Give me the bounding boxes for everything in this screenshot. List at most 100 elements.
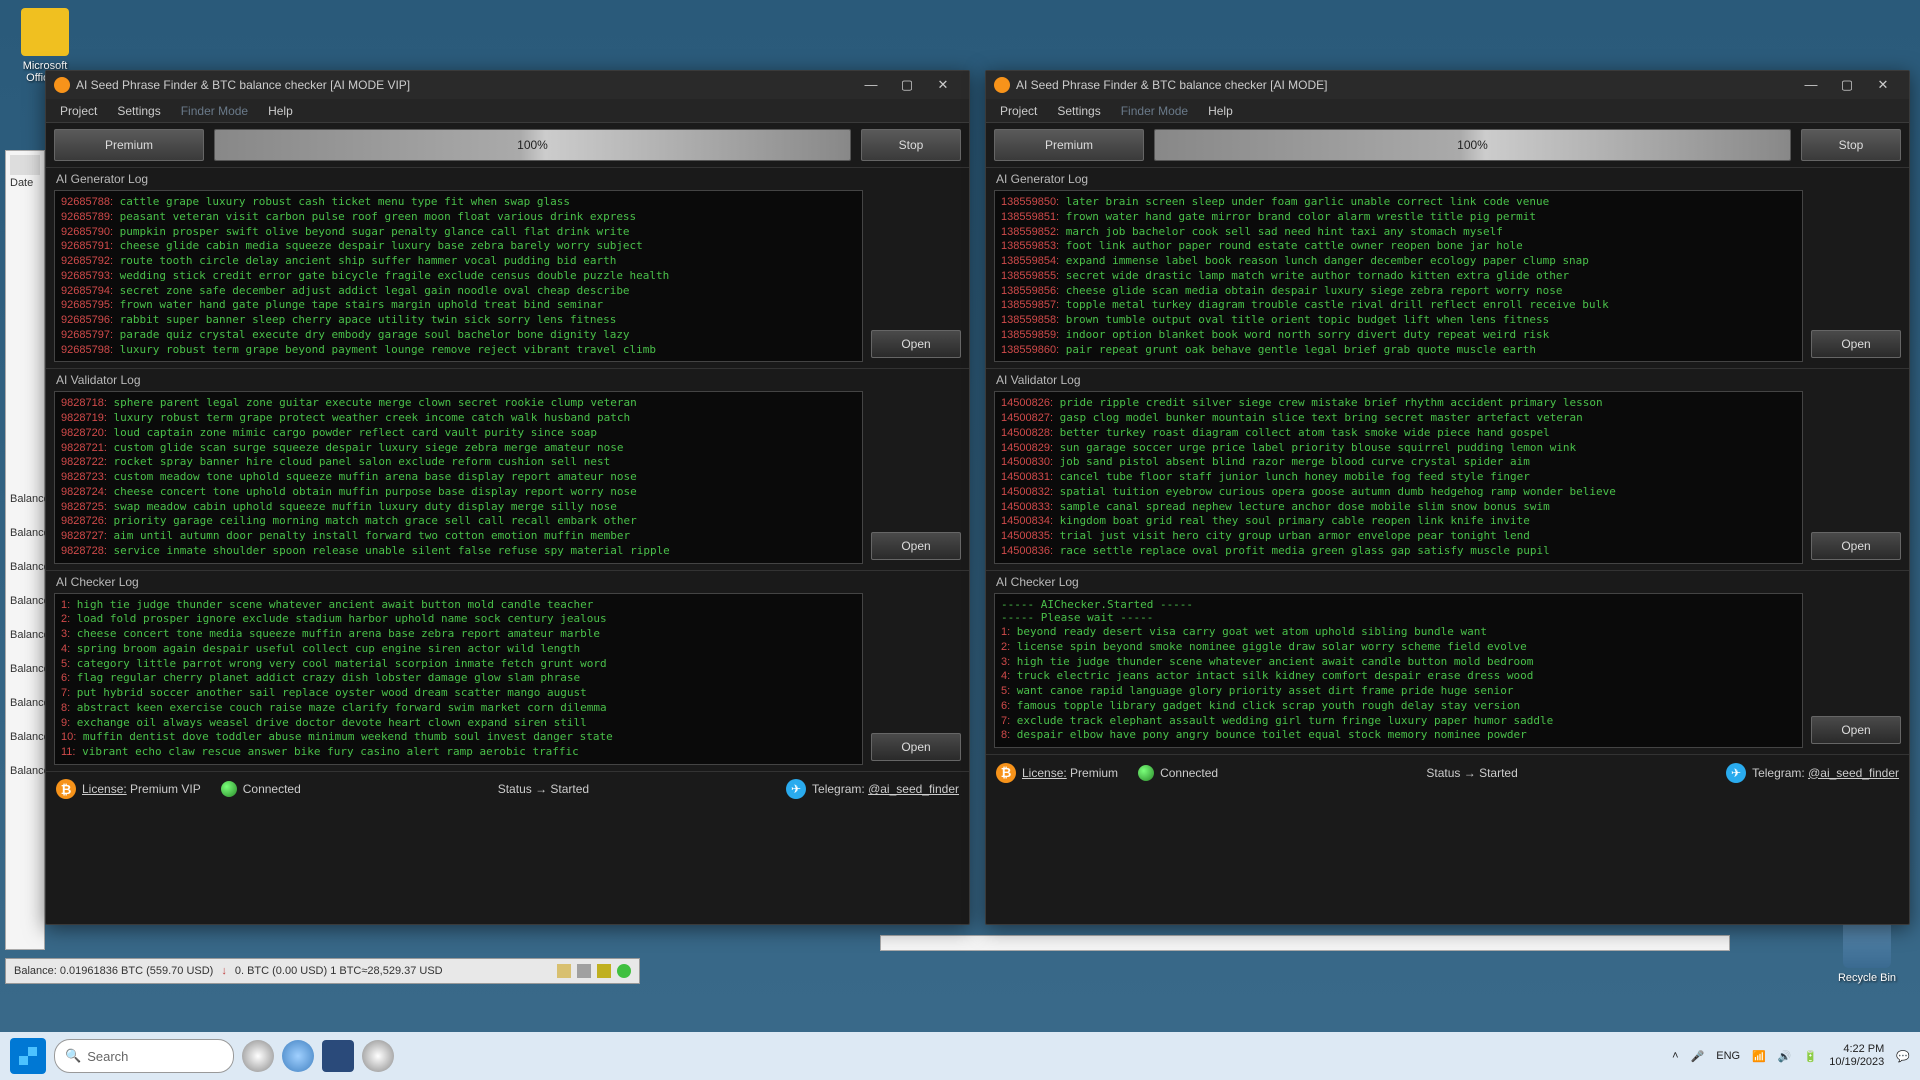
license-label: License: bbox=[1022, 766, 1067, 780]
generator-log-section: AI Generator Log 138559850: later brain … bbox=[986, 167, 1909, 368]
taskbar-app-icon[interactable] bbox=[362, 1040, 394, 1072]
battery-icon[interactable]: 🔋 bbox=[1804, 1050, 1818, 1063]
icon-label: Recycle Bin bbox=[1832, 972, 1902, 984]
bg-balance-row: Balance: bbox=[10, 493, 40, 505]
title-bar[interactable]: AI Seed Phrase Finder & BTC balance chec… bbox=[46, 71, 969, 99]
connected-label: Connected bbox=[1160, 766, 1218, 780]
taskbar-app-icon[interactable] bbox=[242, 1040, 274, 1072]
start-button[interactable] bbox=[10, 1038, 46, 1074]
wifi-icon[interactable]: 📶 bbox=[1752, 1050, 1766, 1063]
bitcoin-icon bbox=[994, 77, 1010, 93]
open-validator-button[interactable]: Open bbox=[871, 532, 961, 560]
status-text: Status → Started bbox=[1426, 766, 1517, 780]
taskbar-app-icon[interactable] bbox=[322, 1040, 354, 1072]
license-value: Premium bbox=[1070, 766, 1118, 780]
chevron-up-icon[interactable]: ˄ bbox=[1672, 1050, 1678, 1062]
balance-text-1: Balance: 0.01961836 BTC (559.70 USD) bbox=[14, 965, 213, 977]
generator-log-body[interactable]: 92685788: cattle grape luxury robust cas… bbox=[54, 190, 863, 362]
bitcoin-icon: ₿ bbox=[996, 763, 1016, 783]
menu-help[interactable]: Help bbox=[1198, 102, 1243, 120]
open-validator-button[interactable]: Open bbox=[1811, 532, 1901, 560]
lock-icon[interactable] bbox=[557, 964, 571, 978]
license-label: License: bbox=[82, 782, 127, 796]
time-label: 4:22 PM bbox=[1829, 1043, 1884, 1056]
minimize-button[interactable]: — bbox=[1793, 73, 1829, 97]
progress-bar: 100% bbox=[1154, 129, 1791, 161]
license-group[interactable]: ₿ License: Premium VIP bbox=[56, 779, 201, 799]
checker-log-body[interactable]: 1: high tie judge thunder scene whatever… bbox=[54, 593, 863, 765]
app-window-left: AI Seed Phrase Finder & BTC balance chec… bbox=[45, 70, 970, 925]
stop-button[interactable]: Stop bbox=[1801, 129, 1901, 161]
license-group[interactable]: ₿ License: Premium bbox=[996, 763, 1118, 783]
telegram-group[interactable]: ✈ Telegram: @ai_seed_finder bbox=[786, 779, 959, 799]
volume-icon[interactable]: 🔊 bbox=[1778, 1050, 1792, 1063]
premium-button[interactable]: Premium bbox=[54, 129, 204, 161]
status-dot-icon bbox=[221, 781, 237, 797]
bitcoin-icon: ₿ bbox=[56, 779, 76, 799]
connection-group: Connected bbox=[1138, 765, 1218, 781]
menu-project[interactable]: Project bbox=[990, 102, 1047, 120]
menu-help[interactable]: Help bbox=[258, 102, 303, 120]
maximize-button[interactable]: ▢ bbox=[1829, 73, 1865, 97]
validator-log-header: AI Validator Log bbox=[986, 369, 1909, 391]
close-button[interactable]: ✕ bbox=[1865, 73, 1901, 97]
system-tray: ˄ 🎤 ENG 📶 🔊 🔋 4:22 PM 10/19/2023 💬 bbox=[1672, 1043, 1910, 1069]
open-checker-button[interactable]: Open bbox=[871, 733, 961, 761]
open-generator-button[interactable]: Open bbox=[1811, 330, 1901, 358]
menu-finder-mode[interactable]: Finder Mode bbox=[1111, 102, 1198, 120]
validator-log-body[interactable]: 9828718: sphere parent legal zone guitar… bbox=[54, 391, 863, 563]
close-button[interactable]: ✕ bbox=[925, 73, 961, 97]
maximize-button[interactable]: ▢ bbox=[889, 73, 925, 97]
menu-project[interactable]: Project bbox=[50, 102, 107, 120]
validator-log-body[interactable]: 14500826: pride ripple credit silver sie… bbox=[994, 391, 1803, 563]
toolbar: Premium 100% Stop bbox=[986, 123, 1909, 167]
open-checker-button[interactable]: Open bbox=[1811, 716, 1901, 744]
bitcoin-icon bbox=[54, 77, 70, 93]
progress-label: 100% bbox=[215, 130, 850, 160]
minimize-button[interactable]: — bbox=[853, 73, 889, 97]
checker-log-body[interactable]: ----- AIChecker.Started ----- ----- Plea… bbox=[994, 593, 1803, 749]
office-icon bbox=[21, 8, 69, 56]
telegram-group[interactable]: ✈ Telegram: @ai_seed_finder bbox=[1726, 763, 1899, 783]
menu-bar: Project Settings Finder Mode Help bbox=[46, 99, 969, 123]
key-icon[interactable] bbox=[597, 964, 611, 978]
tools-icon[interactable] bbox=[577, 964, 591, 978]
status-bar: ₿ License: Premium VIP Connected Status … bbox=[46, 771, 969, 807]
taskbar-app-icon[interactable] bbox=[282, 1040, 314, 1072]
sync-dot-icon[interactable] bbox=[617, 964, 631, 978]
notifications-icon[interactable]: 💬 bbox=[1896, 1050, 1910, 1063]
app-window-right: AI Seed Phrase Finder & BTC balance chec… bbox=[985, 70, 1910, 925]
checker-log-header: AI Checker Log bbox=[46, 571, 969, 593]
bg-strip bbox=[880, 935, 1730, 951]
tg-label: Telegram: bbox=[1752, 766, 1805, 780]
open-generator-button[interactable]: Open bbox=[871, 330, 961, 358]
menu-settings[interactable]: Settings bbox=[1047, 102, 1110, 120]
menu-finder-mode[interactable]: Finder Mode bbox=[171, 102, 258, 120]
date-label: 10/19/2023 bbox=[1829, 1056, 1884, 1069]
validator-log-section: AI Validator Log 9828718: sphere parent … bbox=[46, 368, 969, 569]
search-box[interactable]: 🔍 Search bbox=[54, 1039, 234, 1073]
telegram-icon: ✈ bbox=[786, 779, 806, 799]
validator-log-header: AI Validator Log bbox=[46, 369, 969, 391]
stop-button[interactable]: Stop bbox=[861, 129, 961, 161]
down-arrow-icon: ↓ bbox=[221, 965, 227, 977]
tg-link[interactable]: @ai_seed_finder bbox=[868, 782, 959, 796]
taskbar: 🔍 Search ˄ 🎤 ENG 📶 🔊 🔋 4:22 PM 10/19/202… bbox=[0, 1032, 1920, 1080]
checker-log-section: AI Checker Log ----- AIChecker.Started -… bbox=[986, 570, 1909, 755]
clock[interactable]: 4:22 PM 10/19/2023 bbox=[1829, 1043, 1884, 1069]
title-bar[interactable]: AI Seed Phrase Finder & BTC balance chec… bbox=[986, 71, 1909, 99]
status-bar: ₿ License: Premium Connected Status → St… bbox=[986, 754, 1909, 790]
generator-log-header: AI Generator Log bbox=[46, 168, 969, 190]
mic-icon[interactable]: 🎤 bbox=[1691, 1050, 1705, 1063]
desktop-icon-recycle[interactable]: Recycle Bin bbox=[1832, 920, 1902, 984]
menu-settings[interactable]: Settings bbox=[107, 102, 170, 120]
connection-group: Connected bbox=[221, 781, 301, 797]
language-indicator[interactable]: ENG bbox=[1716, 1050, 1740, 1062]
balance-text-2: 0. BTC (0.00 USD) 1 BTC≈28,529.37 USD bbox=[235, 965, 443, 977]
checker-log-header: AI Checker Log bbox=[986, 571, 1909, 593]
tg-link[interactable]: @ai_seed_finder bbox=[1808, 766, 1899, 780]
premium-button[interactable]: Premium bbox=[994, 129, 1144, 161]
progress-label: 100% bbox=[1155, 130, 1790, 160]
generator-log-body[interactable]: 138559850: later brain screen sleep unde… bbox=[994, 190, 1803, 362]
window-title: AI Seed Phrase Finder & BTC balance chec… bbox=[1016, 78, 1793, 92]
